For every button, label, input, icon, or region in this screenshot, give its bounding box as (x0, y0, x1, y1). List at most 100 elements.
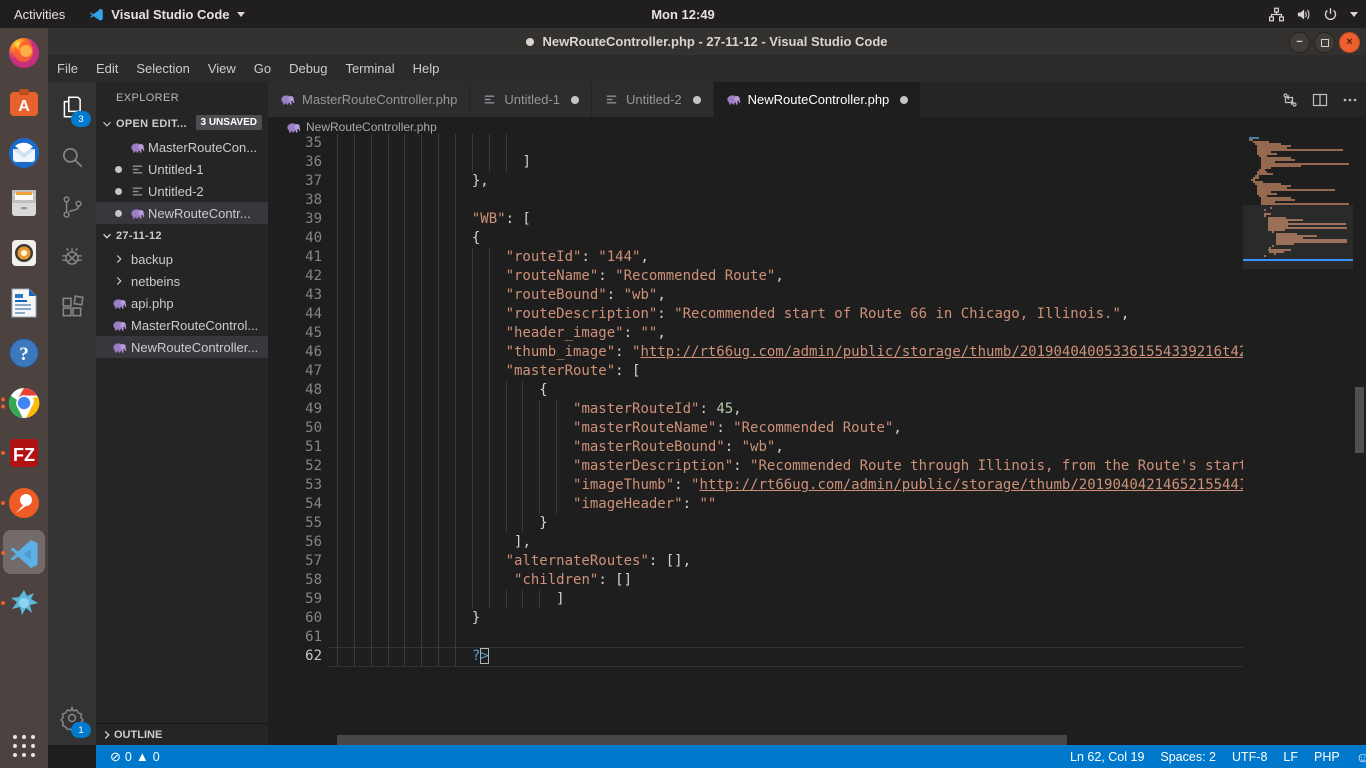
open-editor-item[interactable]: Untitled-2 (96, 180, 268, 202)
indentation-setting[interactable]: Spaces: 2 (1152, 745, 1224, 768)
app-grid-button[interactable] (0, 728, 48, 764)
code-line-39[interactable]: 39 "WB": [ (268, 210, 1243, 229)
line-number[interactable]: 42 (282, 267, 322, 286)
line-number[interactable]: 39 (282, 210, 322, 229)
minimize-button[interactable]: − (1289, 32, 1310, 53)
minimap[interactable] (1243, 134, 1353, 745)
activity-extensions[interactable] (48, 282, 96, 332)
line-number[interactable]: 38 (282, 191, 322, 210)
dock-item-firefox[interactable] (0, 28, 48, 78)
activity-source-control[interactable] (48, 182, 96, 232)
line-number[interactable]: 61 (282, 628, 322, 647)
code-line-58[interactable]: 58 "children": [] (268, 571, 1243, 590)
code-line-45[interactable]: 45 "header_image": "", (268, 324, 1243, 343)
code-line-40[interactable]: 40 { (268, 229, 1243, 248)
app-menu[interactable]: Visual Studio Code (79, 0, 254, 28)
line-number[interactable]: 43 (282, 286, 322, 305)
dock-item-filezilla[interactable]: FZ (0, 428, 48, 478)
code-line-41[interactable]: 41 "routeId": "144", (268, 248, 1243, 267)
settings-button[interactable]: 1 (48, 693, 96, 743)
menu-item-selection[interactable]: Selection (127, 55, 198, 82)
line-number[interactable]: 62 (282, 647, 322, 666)
eol-setting[interactable]: LF (1275, 745, 1306, 768)
split-editor-icon[interactable] (1312, 92, 1328, 108)
code-line-42[interactable]: 42 "routeName": "Recommended Route", (268, 267, 1243, 286)
line-number[interactable]: 54 (282, 495, 322, 514)
line-number[interactable]: 60 (282, 609, 322, 628)
activity-debug[interactable] (48, 232, 96, 282)
open-editors-header[interactable]: OPEN EDIT... 3 UNSAVED (96, 112, 268, 136)
outline-section-header[interactable]: OUTLINE (96, 723, 268, 745)
line-number[interactable]: 58 (282, 571, 322, 590)
line-number[interactable]: 50 (282, 419, 322, 438)
close-button[interactable]: × (1339, 32, 1360, 53)
code-editor[interactable]: 3536 ]37 },3839 "WB": [40 {41 "routeId":… (268, 134, 1243, 745)
dock-item-thunderbird[interactable] (0, 128, 48, 178)
line-number[interactable]: 47 (282, 362, 322, 381)
cursor-position[interactable]: Ln 62, Col 19 (1062, 745, 1152, 768)
dock-item-vscode[interactable] (0, 528, 48, 578)
line-number[interactable]: 37 (282, 172, 322, 191)
open-editor-item[interactable]: NewRouteContr... (96, 202, 268, 224)
open-editor-item[interactable]: MasterRouteCon... (96, 136, 268, 158)
code-line-61[interactable]: 61 (268, 628, 1243, 647)
menu-item-debug[interactable]: Debug (280, 55, 336, 82)
line-number[interactable]: 45 (282, 324, 322, 343)
code-line-48[interactable]: 48 { (268, 381, 1243, 400)
code-line-49[interactable]: 49 "masterRouteId": 45, (268, 400, 1243, 419)
menu-item-go[interactable]: Go (245, 55, 280, 82)
dock-item-chrome[interactable] (0, 378, 48, 428)
line-number[interactable]: 49 (282, 400, 322, 419)
code-line-62[interactable]: 62 ?> (268, 647, 1243, 666)
menu-item-view[interactable]: View (199, 55, 245, 82)
dock-item-ubuntu-software[interactable]: A (0, 78, 48, 128)
code-line-43[interactable]: 43 "routeBound": "wb", (268, 286, 1243, 305)
dock-item-file-cabinet[interactable] (0, 178, 48, 228)
open-editor-item[interactable]: Untitled-1 (96, 158, 268, 180)
dock-item-libreoffice-writer[interactable] (0, 278, 48, 328)
vertical-scrollbar-thumb[interactable] (1355, 387, 1364, 453)
more-actions-icon[interactable] (1342, 92, 1358, 108)
line-number[interactable]: 41 (282, 248, 322, 267)
code-line-37[interactable]: 37 }, (268, 172, 1243, 191)
maximize-button[interactable] (1314, 32, 1335, 53)
code-line-51[interactable]: 51 "masterRouteBound": "wb", (268, 438, 1243, 457)
line-number[interactable]: 56 (282, 533, 322, 552)
code-line-35[interactable]: 35 (268, 134, 1243, 153)
tree-item-backup[interactable]: backup (96, 248, 268, 270)
line-number[interactable]: 59 (282, 590, 322, 609)
code-line-59[interactable]: 59 ] (268, 590, 1243, 609)
line-number[interactable]: 55 (282, 514, 322, 533)
menu-item-help[interactable]: Help (404, 55, 449, 82)
code-line-53[interactable]: 53 "imageThumb": "http://rt66ug.com/admi… (268, 476, 1243, 495)
code-line-47[interactable]: 47 "masterRoute": [ (268, 362, 1243, 381)
activity-search[interactable] (48, 132, 96, 182)
tree-item-api-php[interactable]: api.php (96, 292, 268, 314)
code-line-56[interactable]: 56 ], (268, 533, 1243, 552)
tab-untitled-2[interactable]: Untitled-2 (592, 82, 714, 117)
menu-item-terminal[interactable]: Terminal (336, 55, 403, 82)
line-number[interactable]: 52 (282, 457, 322, 476)
code-line-50[interactable]: 50 "masterRouteName": "Recommended Route… (268, 419, 1243, 438)
tree-item-masterroutecontrol---[interactable]: MasterRouteControl... (96, 314, 268, 336)
line-number[interactable]: 36 (282, 153, 322, 172)
open-changes-icon[interactable] (1282, 92, 1298, 108)
line-number[interactable]: 53 (282, 476, 322, 495)
code-line-52[interactable]: 52 "masterDescription": "Recommended Rou… (268, 457, 1243, 476)
line-number[interactable]: 57 (282, 552, 322, 571)
line-number[interactable]: 35 (282, 134, 322, 153)
horizontal-scrollbar-thumb[interactable] (337, 735, 1067, 745)
folder-section-header[interactable]: 27-11-12 (96, 224, 268, 248)
menu-item-edit[interactable]: Edit (87, 55, 127, 82)
code-line-54[interactable]: 54 "imageHeader": "" (268, 495, 1243, 514)
code-line-60[interactable]: 60 } (268, 609, 1243, 628)
line-number[interactable]: 40 (282, 229, 322, 248)
feedback-smiley-icon[interactable]: ☺ (1348, 745, 1366, 768)
tree-item-netbeins[interactable]: netbeins (96, 270, 268, 292)
dock-item-help[interactable]: ? (0, 328, 48, 378)
dock-item-paint-splash[interactable] (0, 578, 48, 628)
language-mode[interactable]: PHP (1306, 745, 1348, 768)
dock-item-postman[interactable] (0, 478, 48, 528)
problems-indicator[interactable]: ⊘ 0 ▲ 0 (102, 745, 168, 768)
tree-item-newroutecontroller---[interactable]: NewRouteController... (96, 336, 268, 358)
